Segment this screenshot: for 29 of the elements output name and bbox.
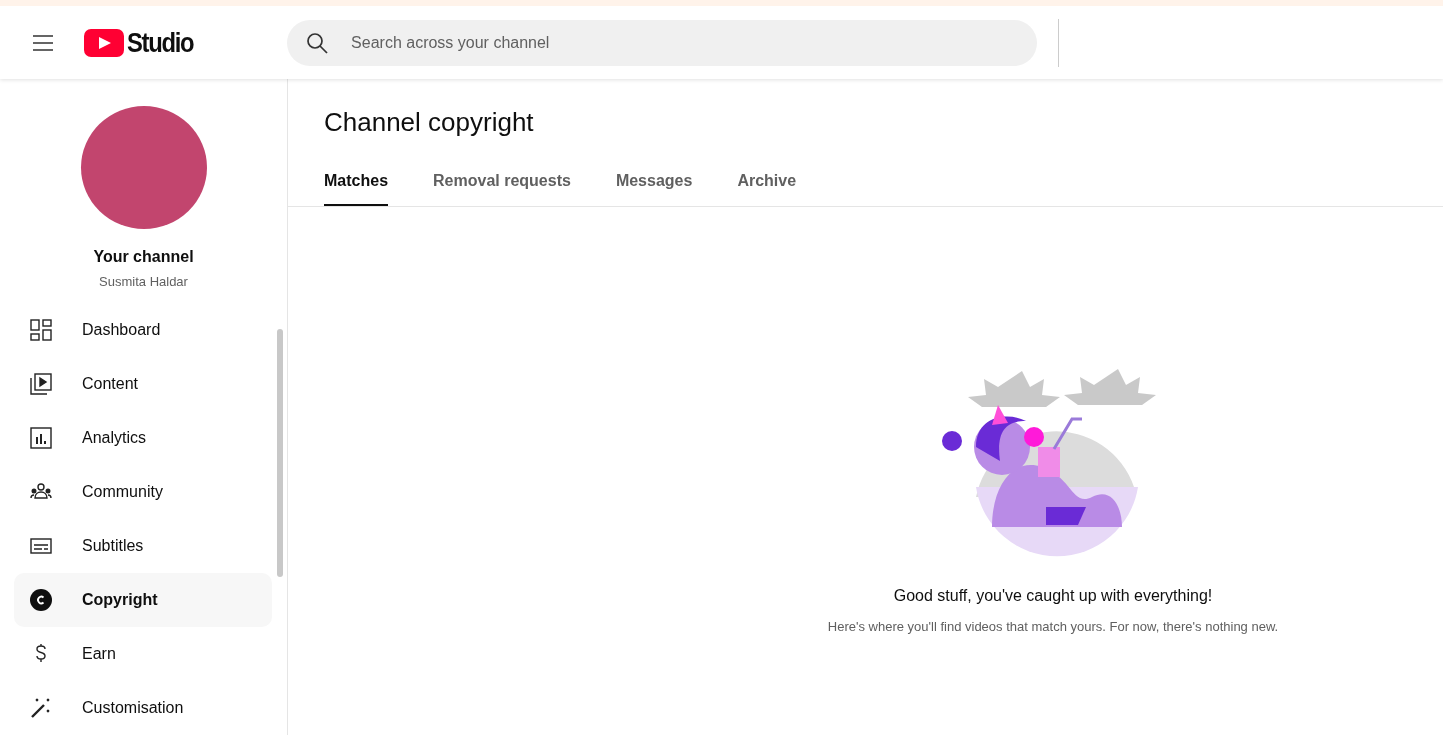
logo-text: Studio [127, 26, 194, 59]
play-logo-icon [84, 28, 124, 57]
menu-icon[interactable] [31, 32, 55, 53]
empty-state-heading: Good stuff, you've caught up with everything! [893, 587, 1213, 605]
nav-item[interactable]: Content [14, 357, 272, 411]
bar-chart-icon [30, 427, 52, 449]
nav-item[interactable]: Earn [14, 627, 272, 681]
video-library-icon [30, 373, 52, 395]
channel-title: Your channel [93, 248, 194, 266]
scrollbar[interactable] [277, 329, 283, 577]
subtitles-icon [30, 535, 52, 557]
tab[interactable]: Archive [737, 162, 797, 206]
channel-name: Susmita Haldar [99, 274, 188, 289]
tab[interactable]: Matches [324, 162, 389, 206]
magic-wand-icon [30, 697, 52, 719]
empty-state-text: Here's where you'll find videos that match yours. For now, there's nothing new. [827, 619, 1279, 634]
nav-item[interactable]: Analytics [14, 411, 272, 465]
nav-item[interactable]: Community [14, 465, 272, 519]
nav-item[interactable]: Customisation [14, 681, 272, 735]
dashboard-icon [30, 319, 52, 341]
copyright-icon [30, 589, 52, 611]
search-field[interactable]: Search across your channel [287, 19, 1038, 66]
nav-item[interactable]: Dashboard [14, 303, 272, 357]
nav-item[interactable]: Copyright [14, 573, 272, 627]
search-icon [305, 30, 330, 55]
page-title: Channel copyright [324, 107, 535, 138]
nav-item[interactable]: Subtitles [14, 519, 272, 573]
tab[interactable]: Removal requests [433, 162, 571, 206]
tab[interactable]: Messages [615, 162, 693, 206]
